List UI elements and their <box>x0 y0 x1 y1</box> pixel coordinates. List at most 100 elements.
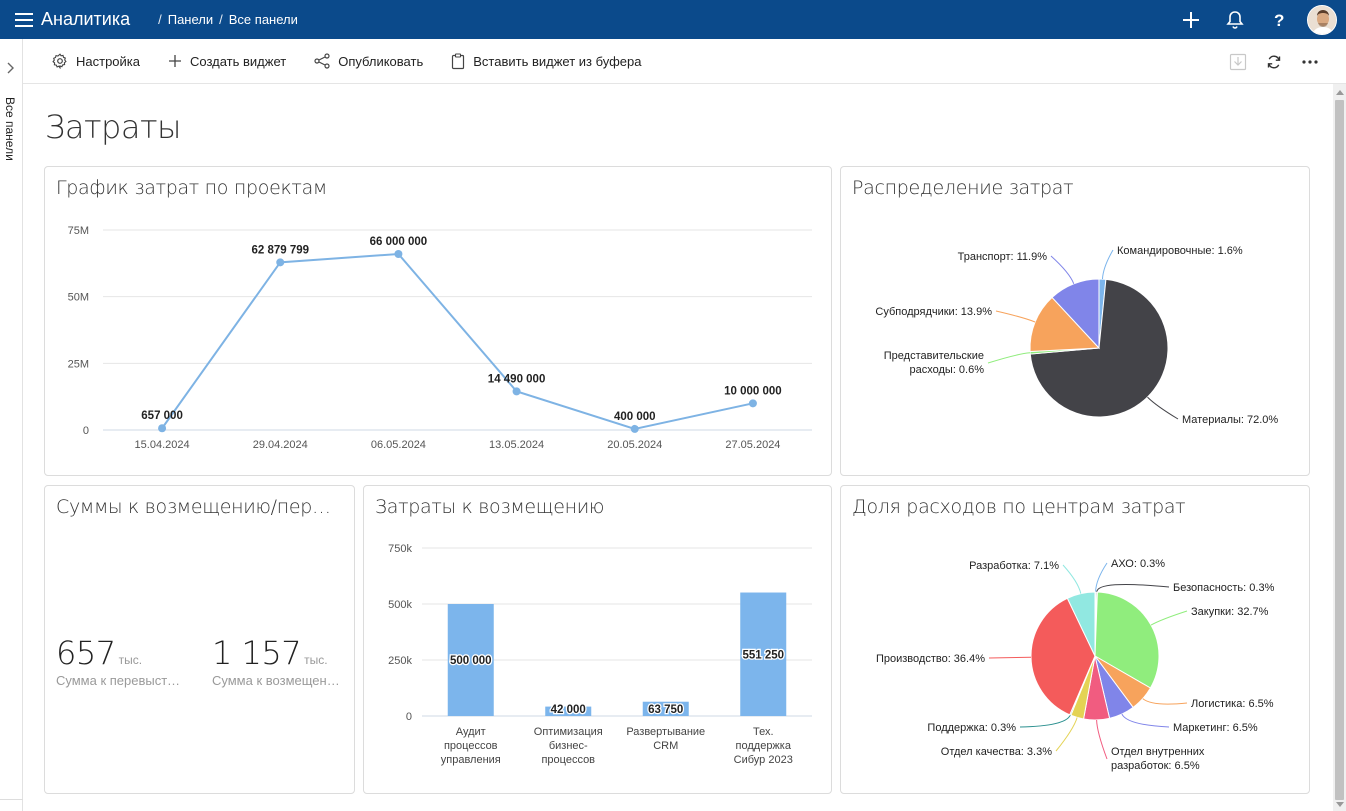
more-icon[interactable] <box>1292 44 1328 80</box>
paste-widget-label: Вставить виджет из буфера <box>473 53 642 69</box>
connector-line <box>1121 713 1170 728</box>
left-rail: Все панели <box>0 39 23 811</box>
data-label: 14 490 000 <box>488 373 546 385</box>
slice-label: Безопасность: 0.3% <box>1173 582 1275 594</box>
rail-all-panels[interactable]: Все панели <box>3 97 17 161</box>
scroll-down-arrow[interactable] <box>1336 802 1344 807</box>
slice-label-line: Транспорт: 11.9% <box>958 251 1048 263</box>
slice-label-line: расходы: 0.6% <box>910 364 985 376</box>
add-icon[interactable] <box>1169 0 1213 39</box>
x-tick-label: Развертывание <box>626 726 705 738</box>
connector-line <box>1150 610 1188 626</box>
data-point <box>748 399 757 408</box>
data-point <box>630 424 639 433</box>
create-widget-label: Создать виджет <box>190 53 287 69</box>
slice-label: Командировочные: 1.6% <box>1117 245 1243 257</box>
help-icon[interactable]: ? <box>1257 0 1301 39</box>
menu-icon[interactable] <box>15 12 33 27</box>
slice-label-line: Производство: 36.4% <box>876 653 985 665</box>
slice-label: Материалы: 72.0% <box>1182 414 1278 426</box>
data-label: 500 000 <box>450 655 492 667</box>
breadcrumb-panels[interactable]: Панели <box>168 12 213 27</box>
x-tick-label: процессов <box>541 754 595 766</box>
kpi-reinvoice: 657тыс. Сумма к перевыставлению <box>56 634 186 688</box>
widget-kpi[interactable]: Суммы к возмещению/перевыставлению 657ты… <box>44 485 355 794</box>
series-line <box>161 252 754 430</box>
slice-label-line: разработок: 6.5% <box>1111 760 1200 772</box>
connector-line <box>1019 714 1071 728</box>
avatar[interactable] <box>1307 4 1337 35</box>
widget-title: Суммы к возмещению/перевыставлению <box>56 496 341 518</box>
x-tick-label: Аудит <box>456 726 486 738</box>
widget-pie-cost-centers[interactable]: Доля расходов по центрам затрат АХО: 0.3… <box>840 485 1310 794</box>
kpi-value: 657 <box>56 634 116 672</box>
data-point <box>276 258 285 267</box>
x-tick-label: Оптимизация <box>534 726 603 738</box>
gear-icon <box>52 53 67 69</box>
app-title[interactable]: Аналитика <box>41 9 130 30</box>
y-tick-label: 500k <box>388 599 412 611</box>
connector-line <box>987 352 1031 364</box>
y-tick-label: 75M <box>68 225 89 237</box>
kpi-value: 1 157 <box>212 634 302 672</box>
toolbar: Настройка Создать виджет Опубликовать Вс… <box>23 39 1346 84</box>
slice-label-line: Представительские <box>884 350 984 362</box>
y-tick-label: 0 <box>406 711 412 723</box>
x-tick-label: Сибур 2023 <box>734 754 793 766</box>
line-chart: 0 25M 50M 75M 15.04.2024 29.04.2024 06.05.2024… <box>68 225 812 451</box>
slice-label: Закупки: 32.7% <box>1191 606 1269 618</box>
slice-label-line: АХО: 0.3% <box>1111 558 1165 570</box>
data-label: 62 879 799 <box>251 244 309 256</box>
data-label: 657 000 <box>141 410 183 422</box>
chevron-right-icon[interactable] <box>4 61 16 80</box>
top-bar: Аналитика / Панели / Все панели ? <box>0 0 1346 39</box>
slice-label-line: Маркетинг: 6.5% <box>1173 722 1258 734</box>
settings-label: Настройка <box>76 53 140 69</box>
slice-label-line: Поддержка: 0.3% <box>927 722 1016 734</box>
breadcrumb: / Панели / Все панели <box>158 12 298 27</box>
connector-line <box>1101 249 1114 280</box>
plus-icon <box>169 55 181 67</box>
scroll-up-arrow[interactable] <box>1336 90 1344 95</box>
y-tick-label: 50M <box>68 292 89 304</box>
data-label: 400 000 <box>614 411 656 423</box>
svg-text:?: ? <box>1274 11 1284 29</box>
connector-line <box>1050 255 1075 284</box>
data-label: 10 000 000 <box>724 385 782 397</box>
y-tick-label: 25M <box>68 358 89 370</box>
paste-widget-button[interactable]: Вставить виджет из буфера <box>451 52 642 70</box>
widget-line-chart[interactable]: График затрат по проектам 0 25M 50M 75M 15.0… <box>44 166 832 476</box>
connector-line <box>995 310 1036 323</box>
slice-label: АХО: 0.3% <box>1111 558 1165 570</box>
breadcrumb-all-panels[interactable]: Все панели <box>229 12 298 27</box>
connector-line <box>988 656 1032 659</box>
x-tick-label: 27.05.2024 <box>725 439 780 451</box>
bell-icon[interactable] <box>1213 0 1257 39</box>
slice-label: Отдел внутренних разработок: 6.5% <box>1111 746 1205 772</box>
widget-bar-chart[interactable]: Затраты к возмещению 0 250k 500k 750k 500 00… <box>363 485 832 794</box>
publish-label: Опубликовать <box>338 53 424 69</box>
download-icon[interactable] <box>1220 44 1256 80</box>
slice-label-line: Безопасность: 0.3% <box>1173 582 1275 594</box>
settings-button[interactable]: Настройка <box>52 53 140 69</box>
create-widget-button[interactable]: Создать виджет <box>168 54 286 69</box>
slice-label: Отдел качества: 3.3% <box>941 746 1052 758</box>
slice-label-line: Отдел качества: 3.3% <box>941 746 1052 758</box>
slice-label-line: Материалы: 72.0% <box>1182 414 1278 426</box>
slice-label-line: Разработка: 7.1% <box>969 560 1059 572</box>
x-tick-label: бизнес- <box>549 740 588 752</box>
connector-line <box>1142 698 1188 705</box>
connector-line <box>1147 396 1179 420</box>
slice-label: Логистика: 6.5% <box>1191 698 1274 710</box>
x-tick-label: 29.04.2024 <box>253 439 308 451</box>
scroll-thumb[interactable] <box>1335 100 1344 800</box>
bar-chart: 0 250k 500k 750k 500 000 Аудит процессов управл… <box>388 543 812 766</box>
scrollbar[interactable] <box>1333 84 1346 811</box>
rail-footer <box>0 799 23 811</box>
page-title: Затраты <box>45 108 182 146</box>
slice-label: Производство: 36.4% <box>876 653 985 665</box>
publish-button[interactable]: Опубликовать <box>314 53 423 69</box>
refresh-icon[interactable] <box>1256 44 1292 80</box>
widget-pie-distribution[interactable]: Распределение затрат Командировочные: 1.… <box>840 166 1310 476</box>
x-tick-label: 13.05.2024 <box>489 439 544 451</box>
